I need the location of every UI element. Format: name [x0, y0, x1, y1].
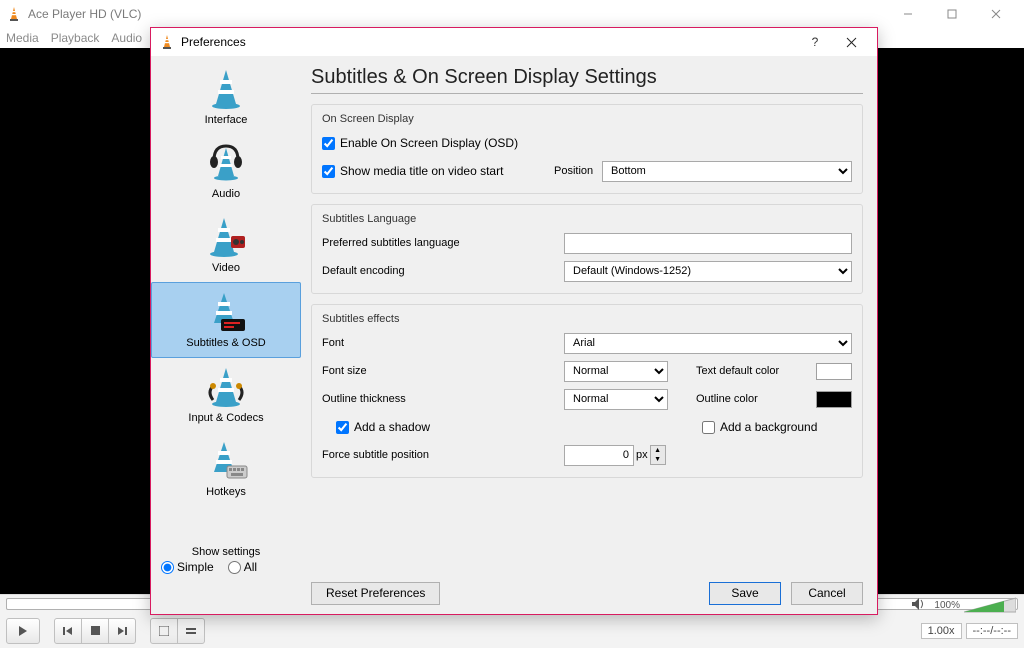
film-cone-icon — [203, 214, 249, 260]
show-settings-group: Show settings Simple All — [151, 542, 301, 578]
preferred-lang-input[interactable] — [564, 233, 852, 254]
pref-sidebar: Interface Audio Video Subtitles & OSD In… — [151, 56, 301, 578]
outline-color-label: Outline color — [696, 393, 806, 405]
cat-label: Interface — [205, 114, 248, 126]
cone-icon — [203, 66, 249, 112]
fullscreen-button[interactable] — [150, 618, 178, 644]
font-size-label: Font size — [322, 365, 564, 377]
chk-enable-osd[interactable]: Enable On Screen Display (OSD) — [322, 136, 518, 150]
volume-control: 100% — [908, 596, 1016, 614]
osd-cone-icon — [203, 289, 249, 335]
extended-button[interactable] — [177, 618, 205, 644]
menu-playback[interactable]: Playback — [51, 31, 100, 45]
pref-icon — [159, 34, 175, 50]
menu-audio[interactable]: Audio — [111, 31, 142, 45]
app-title: Ace Player HD (VLC) — [28, 7, 141, 21]
next-button[interactable] — [108, 618, 136, 644]
radio-all[interactable]: All — [228, 560, 257, 574]
font-size-select[interactable]: Normal — [564, 361, 668, 382]
reset-button[interactable]: Reset Preferences — [311, 582, 440, 605]
encoding-select[interactable]: Default (Windows-1252) — [564, 261, 852, 282]
preferred-lang-label: Preferred subtitles language — [322, 237, 564, 249]
group-osd: On Screen Display Enable On Screen Displ… — [311, 104, 863, 194]
menu-media[interactable]: Media — [6, 31, 39, 45]
zoom-indicator: 1.00x — [921, 623, 962, 639]
cable-cone-icon — [203, 364, 249, 410]
close-button[interactable] — [974, 0, 1018, 28]
spin-down[interactable]: ▼ — [651, 455, 665, 464]
cat-label: Video — [212, 262, 240, 274]
chk-add-shadow[interactable]: Add a shadow — [336, 420, 564, 434]
cat-interface[interactable]: Interface — [151, 60, 301, 134]
preferences-dialog: Preferences ? Interface Audio Video Subt… — [150, 27, 878, 615]
stop-button[interactable] — [81, 618, 109, 644]
play-button[interactable] — [6, 618, 40, 644]
cat-video[interactable]: Video — [151, 208, 301, 282]
group-effects: Subtitles effects Font Arial Font size N… — [311, 304, 863, 478]
radio-all-input[interactable] — [228, 561, 241, 574]
app-titlebar: Ace Player HD (VLC) — [0, 0, 1024, 28]
cat-subtitles[interactable]: Subtitles & OSD — [151, 282, 301, 358]
encoding-label: Default encoding — [322, 265, 564, 277]
group-title: Subtitles effects — [322, 313, 852, 325]
headphones-cone-icon — [203, 140, 249, 186]
save-button[interactable]: Save — [709, 582, 781, 605]
cat-input-codecs[interactable]: Input & Codecs — [151, 358, 301, 432]
minimize-button[interactable] — [886, 0, 930, 28]
emref-footer: Reset Preferences Save Cancel — [151, 578, 877, 614]
cat-label: Audio — [212, 188, 240, 200]
outline-thick-label: Outline thickness — [322, 393, 564, 405]
cat-label: Input & Codecs — [188, 412, 263, 424]
group-language: Subtitles Language Preferred subtitles l… — [311, 204, 863, 294]
volume-percent: 100% — [934, 600, 960, 611]
radio-simple[interactable]: Simple — [161, 560, 214, 574]
chk-add-background[interactable]: Add a background — [702, 420, 852, 434]
keyboard-cone-icon — [203, 438, 249, 484]
group-title: Subtitles Language — [322, 213, 852, 225]
speaker-icon[interactable] — [912, 598, 926, 613]
radio-simple-input[interactable] — [161, 561, 174, 574]
cat-hotkeys[interactable]: Hotkeys — [151, 432, 301, 506]
prev-button[interactable] — [54, 618, 82, 644]
font-label: Font — [322, 337, 564, 349]
force-pos-label: Force subtitle position — [322, 449, 564, 461]
cancel-button[interactable]: Cancel — [791, 582, 863, 605]
maximize-button[interactable] — [930, 0, 974, 28]
time-indicator: --:--/--:-- — [966, 623, 1018, 639]
cat-label: Hotkeys — [206, 486, 246, 498]
position-label: Position — [554, 165, 602, 177]
pref-titlebar: Preferences ? — [151, 28, 877, 56]
show-settings-label: Show settings — [157, 546, 295, 558]
group-title: On Screen Display — [322, 113, 852, 125]
cat-label: Subtitles & OSD — [186, 337, 265, 349]
app-icon — [6, 6, 22, 22]
position-select[interactable]: Bottom — [602, 161, 852, 182]
outline-color-swatch[interactable] — [816, 391, 852, 408]
force-pos-input[interactable] — [564, 445, 634, 466]
font-select[interactable]: Arial — [564, 333, 852, 354]
chk-show-title[interactable]: Show media title on video start — [322, 164, 554, 178]
pref-title: Preferences — [181, 35, 246, 49]
force-pos-spinner[interactable]: px ▲▼ — [564, 445, 666, 466]
help-button[interactable]: ? — [797, 28, 833, 56]
force-pos-unit: px — [636, 449, 648, 461]
cat-audio[interactable]: Audio — [151, 134, 301, 208]
text-color-swatch[interactable] — [816, 363, 852, 380]
pref-close-button[interactable] — [833, 28, 869, 56]
text-color-label: Text default color — [696, 365, 806, 377]
outline-thick-select[interactable]: Normal — [564, 389, 668, 410]
page-title: Subtitles & On Screen Display Settings — [311, 66, 863, 89]
volume-slider[interactable] — [964, 596, 1016, 614]
spin-up[interactable]: ▲ — [651, 446, 665, 455]
pref-main: Subtitles & On Screen Display Settings O… — [301, 56, 877, 578]
